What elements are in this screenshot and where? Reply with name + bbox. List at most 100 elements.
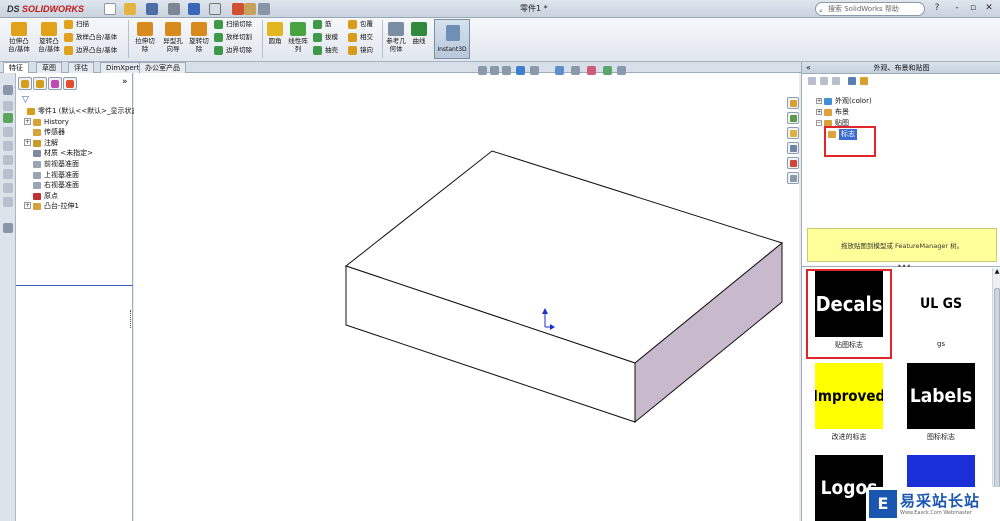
view-palette-tab[interactable]: [787, 142, 799, 154]
options-icon[interactable]: [258, 3, 270, 15]
mirror-button[interactable]: 镜向: [348, 45, 373, 56]
tab-office-products[interactable]: 办公室产品: [139, 62, 186, 73]
expand-toggle-icon[interactable]: −: [816, 120, 822, 126]
draft-button[interactable]: 拔模: [313, 32, 338, 43]
help-search-input[interactable]: ⌕ 搜索 SolidWorks 帮助: [815, 2, 925, 16]
expand-tabs-icon[interactable]: »: [122, 77, 128, 87]
linear-pattern-button[interactable]: 线性阵列: [286, 22, 310, 53]
new-document-icon[interactable]: [104, 3, 116, 15]
save-icon[interactable]: [146, 3, 158, 15]
expand-toggle-icon[interactable]: +: [24, 138, 31, 146]
rollback-bar[interactable]: [16, 285, 133, 286]
hole-wizard-button[interactable]: 异型孔 向导: [160, 22, 186, 53]
revolve-boss-button[interactable]: 旋转凸 台/基体: [34, 22, 64, 53]
feature-tree-item[interactable]: 传感器: [18, 127, 133, 138]
expand-toggle-icon[interactable]: +: [24, 117, 31, 125]
scroll-thumb[interactable]: [994, 288, 1000, 488]
solidworks-logo[interactable]: DS SOLIDWORKS: [3, 2, 88, 16]
featuremanager-tab[interactable]: [18, 77, 32, 90]
swept-cut-button[interactable]: 扫描切除: [214, 19, 252, 30]
gallery-scrollbar[interactable]: ▲: [992, 268, 1000, 521]
measure-icon[interactable]: [3, 169, 13, 179]
edit-appearance-icon[interactable]: [587, 66, 596, 75]
reference-geometry-button[interactable]: 参考几 何体: [384, 22, 408, 53]
hide-show-items-icon[interactable]: [571, 66, 580, 75]
expand-toggle-icon[interactable]: +: [816, 98, 822, 104]
scroll-up-icon[interactable]: ▲: [993, 268, 1000, 275]
sketch-tool-icon[interactable]: [3, 127, 13, 137]
feature-tree-item[interactable]: + 注解: [18, 138, 133, 149]
curves-button[interactable]: 曲线: [408, 22, 430, 45]
revolve-cut-button[interactable]: 旋转切除: [186, 22, 212, 53]
expand-toggle-icon[interactable]: +: [816, 109, 822, 115]
close-button[interactable]: ✕: [982, 2, 996, 15]
undo-icon[interactable]: [188, 3, 200, 15]
loft-boss-button[interactable]: 放样凸台/基体: [64, 32, 117, 43]
zoom-area-icon[interactable]: [490, 66, 499, 75]
collapse-pane-icon[interactable]: «: [806, 62, 811, 74]
rib-button[interactable]: 筋: [313, 19, 332, 30]
rebuild-icon[interactable]: [232, 3, 244, 15]
custom-properties-tab[interactable]: [787, 172, 799, 184]
design-library-tab[interactable]: [787, 112, 799, 124]
model-view[interactable]: [134, 73, 799, 521]
feature-tree-item[interactable]: + History: [18, 117, 133, 128]
back-icon[interactable]: [808, 77, 816, 85]
extrude-cut-button[interactable]: 拉伸切除: [132, 22, 158, 53]
zoom-to-fit-icon[interactable]: [478, 66, 487, 75]
boundary-cut-button[interactable]: 边界切除: [214, 45, 252, 56]
wrap-button[interactable]: 包覆: [348, 19, 373, 30]
filter-icon[interactable]: ▽: [22, 95, 29, 105]
relation-icon[interactable]: [3, 155, 13, 165]
tab-features[interactable]: 特征: [3, 62, 29, 73]
decal-thumbnail[interactable]: Labels: [907, 363, 975, 429]
instant3d-button[interactable]: Instant3D: [434, 19, 470, 59]
tab-sketch[interactable]: 草图: [36, 62, 62, 73]
displaymanager-tab[interactable]: [63, 77, 77, 90]
feature-tree-item[interactable]: 原点: [18, 191, 133, 202]
propertymanager-tab[interactable]: [33, 77, 47, 90]
feature-tree-item[interactable]: 前视基准面: [18, 159, 133, 170]
section-icon[interactable]: [3, 183, 13, 193]
section-view-icon[interactable]: [516, 66, 525, 75]
table-icon[interactable]: [3, 223, 13, 233]
add-location-icon[interactable]: [848, 77, 856, 85]
decal-item[interactable]: Improved 改进的标志: [806, 363, 892, 442]
display-icon[interactable]: [3, 197, 13, 207]
display-style-icon[interactable]: [555, 66, 564, 75]
select-pointer-icon[interactable]: [209, 3, 221, 15]
maximize-button[interactable]: ▫: [966, 2, 980, 15]
view-settings-icon[interactable]: [617, 66, 626, 75]
feature-icon[interactable]: [3, 113, 13, 123]
grid-icon[interactable]: [3, 85, 13, 95]
appearances-tab[interactable]: [787, 157, 799, 169]
apply-scene-icon[interactable]: [603, 66, 612, 75]
help-button[interactable]: ?: [930, 2, 944, 15]
dimension-icon[interactable]: [3, 141, 13, 151]
lofted-cut-button[interactable]: 放样切割: [214, 32, 252, 43]
expand-toggle-icon[interactable]: +: [24, 202, 31, 210]
forward-icon[interactable]: [820, 77, 828, 85]
print-icon[interactable]: [168, 3, 180, 15]
intersect-button[interactable]: 相交: [348, 32, 373, 43]
graphics-area[interactable]: [134, 73, 799, 521]
fillet-button[interactable]: 圆角: [264, 22, 286, 45]
sweep-button[interactable]: 扫描: [64, 19, 89, 30]
boundary-boss-button[interactable]: 边界凸台/基体: [64, 45, 117, 56]
decal-item[interactable]: UL GS gs: [898, 271, 984, 348]
configurationmanager-tab[interactable]: [48, 77, 62, 90]
shell-button[interactable]: 抽壳: [313, 45, 338, 56]
feature-tree-item[interactable]: 上视基准面: [18, 170, 133, 181]
decal-thumbnail[interactable]: UL GS: [907, 271, 975, 337]
feature-tree-item[interactable]: 材质 <未指定>: [18, 148, 133, 159]
view-icon[interactable]: [3, 101, 13, 111]
feature-tree-item[interactable]: 右视基准面: [18, 180, 133, 191]
previous-view-icon[interactable]: [502, 66, 511, 75]
extrude-boss-button[interactable]: 拉伸凸 台/基体: [4, 22, 34, 53]
minimize-button[interactable]: -: [950, 2, 964, 15]
feature-tree-item[interactable]: + 凸台-拉伸1: [18, 201, 133, 212]
view-orientation-icon[interactable]: [530, 66, 539, 75]
up-folder-icon[interactable]: [832, 77, 840, 85]
refresh-icon[interactable]: [860, 77, 868, 85]
file-explorer-tab[interactable]: [787, 127, 799, 139]
